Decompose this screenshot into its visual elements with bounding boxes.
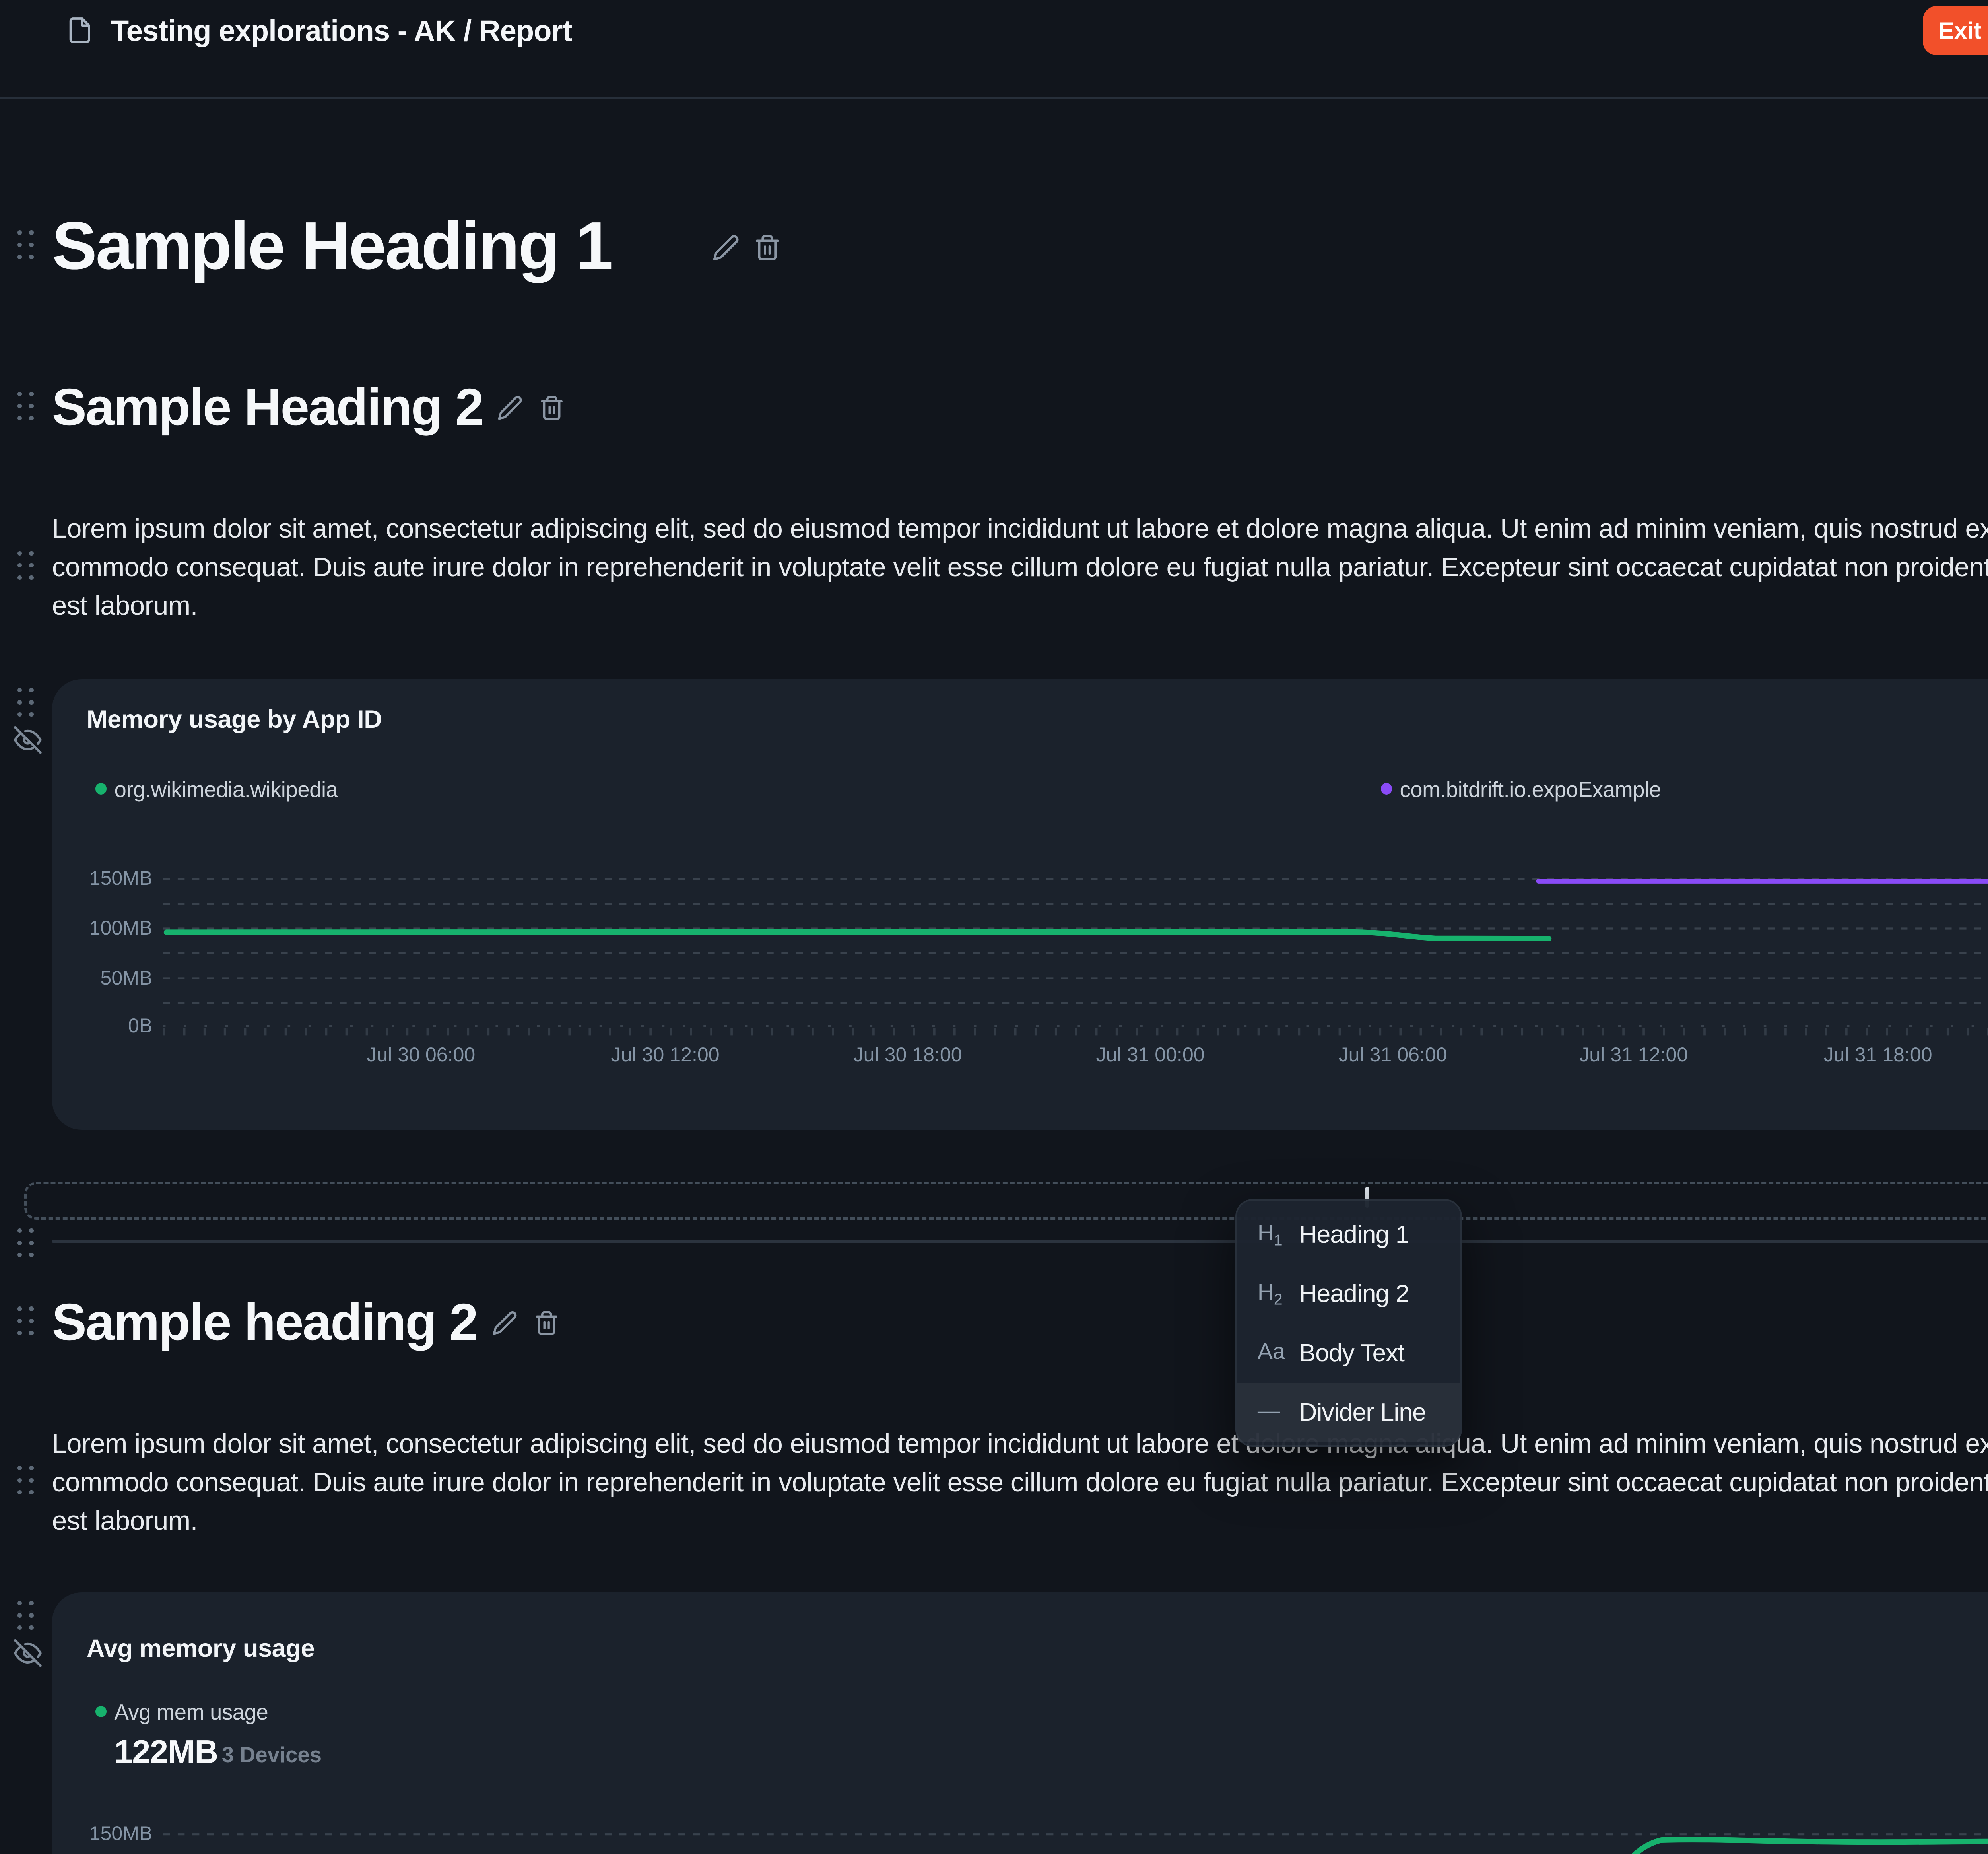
body-text-block: Lorem ipsum dolor sit amet, consectetur … <box>52 509 1988 625</box>
h1-icon: H1 <box>1258 1220 1299 1249</box>
menu-item-divider-line[interactable]: — Divider Line <box>1237 1383 1461 1442</box>
memory-usage-chart-plot <box>52 679 1988 1130</box>
divider-line-block <box>52 1240 1988 1243</box>
report-canvas: Sample Heading 1 Sample Heading 2 Lorem … <box>0 97 1988 1854</box>
avg-memory-chart-plot <box>52 1592 1988 1854</box>
page-title: Testing explorations - AK / Report <box>111 14 572 48</box>
trash-icon[interactable] <box>539 395 565 421</box>
avg-memory-usage-chart-card: Avg memory usage Avg mem usage 122MB 3 D… <box>52 1592 1988 1854</box>
edit-pencil-icon[interactable] <box>712 234 740 262</box>
memory-usage-chart-card: Memory usage by App ID org.wikimedia.wik… <box>52 679 1988 1130</box>
aa-icon: Aa <box>1258 1339 1299 1368</box>
report-edit-page: Testing explorations - AK / Report Exit … <box>0 0 1988 1854</box>
series-line-avg-mem <box>1599 1840 1988 1854</box>
drag-handle-icon[interactable] <box>17 1466 34 1494</box>
x-axis-tick: Jul 30 12:00 <box>611 1043 720 1066</box>
drag-handle-icon[interactable] <box>17 1306 34 1335</box>
eye-off-icon[interactable] <box>14 1639 42 1667</box>
x-axis-tick: Jul 31 00:00 <box>1096 1043 1205 1066</box>
eye-off-icon[interactable] <box>14 726 42 754</box>
dash-icon: — <box>1258 1398 1299 1427</box>
drag-handle-icon[interactable] <box>17 392 34 420</box>
trash-icon[interactable] <box>534 1310 559 1336</box>
x-axis-tick: Jul 30 06:00 <box>367 1043 475 1066</box>
x-axis-tick: Jul 31 06:00 <box>1339 1043 1447 1066</box>
menu-item-body-text[interactable]: Aa Body Text <box>1237 1323 1461 1383</box>
drag-handle-icon[interactable] <box>17 688 34 717</box>
drag-handle-icon[interactable] <box>17 551 34 580</box>
body-text-block: Lorem ipsum dolor sit amet, consectetur … <box>52 1425 1988 1540</box>
drag-handle-icon[interactable] <box>17 230 34 259</box>
document-icon <box>66 16 94 51</box>
insert-block-menu: H1 Heading 1 H2 Heading 2 Aa Body Text —… <box>1235 1199 1462 1447</box>
h2-icon: H2 <box>1258 1279 1299 1308</box>
heading1-block: Sample Heading 1 <box>52 206 612 286</box>
menu-item-heading1[interactable]: H1 Heading 1 <box>1237 1205 1461 1264</box>
series-line-wikipedia <box>166 932 1549 939</box>
exit-edit-mode-button[interactable]: Exit Edit Mode <box>1923 6 1988 55</box>
edit-pencil-icon[interactable] <box>492 1310 518 1336</box>
drag-handle-icon[interactable] <box>17 1601 34 1630</box>
heading2b-block: Sample heading 2 <box>52 1291 477 1353</box>
drag-handle-icon[interactable] <box>17 1228 34 1257</box>
x-axis-tick: Jul 31 12:00 <box>1579 1043 1688 1066</box>
menu-item-heading2[interactable]: H2 Heading 2 <box>1237 1264 1461 1323</box>
drop-zone-indicator <box>24 1182 1988 1220</box>
x-axis-tick: Jul 31 18:00 <box>1824 1043 1932 1066</box>
top-bar: Testing explorations - AK / Report Exit … <box>0 0 1988 99</box>
edit-pencil-icon[interactable] <box>497 395 523 421</box>
x-axis-tick: Jul 30 18:00 <box>854 1043 962 1066</box>
heading2-block: Sample Heading 2 <box>52 376 483 438</box>
trash-icon[interactable] <box>753 234 781 262</box>
